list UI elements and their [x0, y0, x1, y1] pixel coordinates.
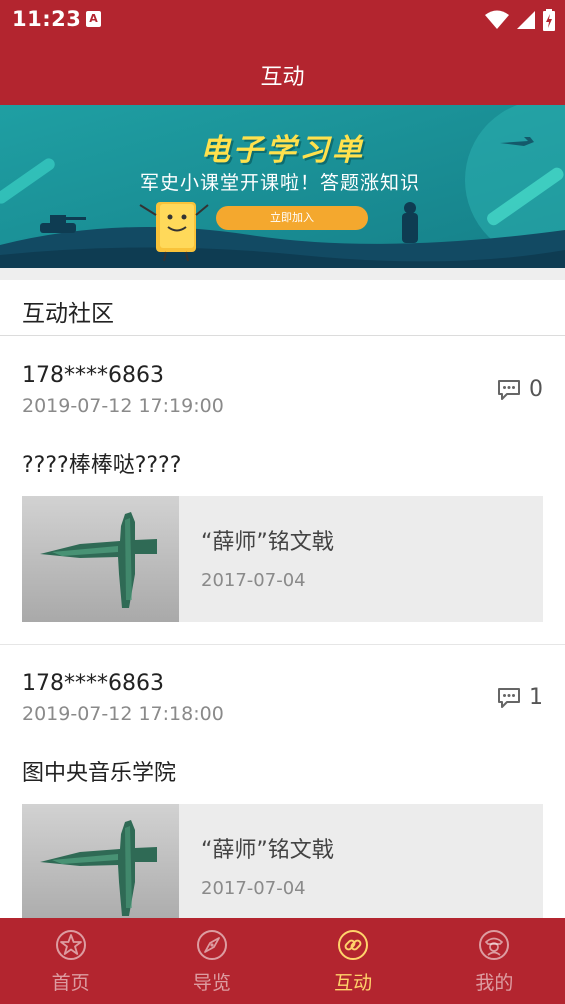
post-username: 178****6863	[22, 363, 164, 388]
artifact-card[interactable]: “薛师”铭文戟 2017-07-04	[22, 496, 543, 622]
divider	[0, 268, 565, 280]
promo-banner[interactable]: 电子学习单 军史小课堂开课啦！答题涨知识 立即加入	[0, 105, 565, 268]
artifact-title: “薛师”铭文戟	[201, 530, 334, 555]
page-title: 互动	[260, 65, 305, 90]
battery-icon	[543, 9, 555, 31]
comment-button[interactable]: 1	[497, 685, 543, 710]
nav-label: 我的	[475, 972, 514, 994]
artifact-thumbnail	[22, 496, 179, 622]
bottom-navigation: 首页 导览 互动 我的	[0, 918, 565, 1004]
banner-title: 电子学习单	[200, 133, 365, 168]
nav-item-home[interactable]: 首页	[0, 918, 141, 1004]
comment-count: 0	[529, 377, 543, 402]
join-now-button[interactable]: 立即加入	[216, 206, 368, 230]
wifi-icon	[485, 10, 509, 29]
post-item[interactable]: 178****6863 2019-07-12 17:18:00 1 图中央音乐学…	[0, 645, 565, 953]
comment-count: 1	[529, 685, 543, 710]
post-text: 图中央音乐学院	[22, 761, 177, 786]
comment-icon	[498, 687, 520, 708]
section-header: 互动社区	[0, 280, 565, 336]
compass-icon	[196, 930, 227, 960]
post-timestamp: 2019-07-12 17:18:00	[22, 703, 224, 725]
comment-button[interactable]: 0	[497, 377, 543, 402]
nav-item-interact[interactable]: 互动	[283, 918, 424, 1004]
app-bar: 互动	[0, 40, 565, 105]
app-notification-icon: A	[86, 11, 101, 27]
nav-item-guide[interactable]: 导览	[141, 918, 282, 1004]
artifact-date: 2017-07-04	[201, 878, 306, 899]
post-username: 178****6863	[22, 671, 164, 696]
link-icon	[338, 930, 369, 960]
artifact-title: “薛师”铭文戟	[201, 838, 334, 863]
status-bar: 11:23 A	[0, 0, 565, 40]
artifact-card[interactable]: “薛师”铭文戟 2017-07-04	[22, 804, 543, 930]
star-icon	[55, 930, 86, 960]
nav-label: 首页	[51, 972, 90, 994]
post-text: ????棒棒哒????	[22, 453, 182, 478]
halberd-image	[40, 512, 157, 608]
nav-label: 互动	[334, 972, 373, 994]
post-item[interactable]: 178****6863 2019-07-12 17:19:00 0 ????棒棒…	[0, 337, 565, 645]
banner-subtitle: 军史小课堂开课啦！答题涨知识	[140, 172, 421, 194]
nav-item-profile[interactable]: 我的	[424, 918, 565, 1004]
status-time: 11:23	[12, 7, 82, 31]
status-icons	[485, 8, 555, 32]
artifact-date: 2017-07-04	[201, 570, 306, 591]
comment-icon	[498, 379, 520, 400]
signal-icon	[517, 11, 535, 29]
post-timestamp: 2019-07-12 17:19:00	[22, 395, 224, 417]
profile-icon	[479, 930, 510, 960]
nav-label: 导览	[192, 972, 231, 994]
halberd-image	[40, 820, 157, 916]
section-title: 互动社区	[22, 301, 114, 327]
artifact-thumbnail	[22, 804, 179, 930]
